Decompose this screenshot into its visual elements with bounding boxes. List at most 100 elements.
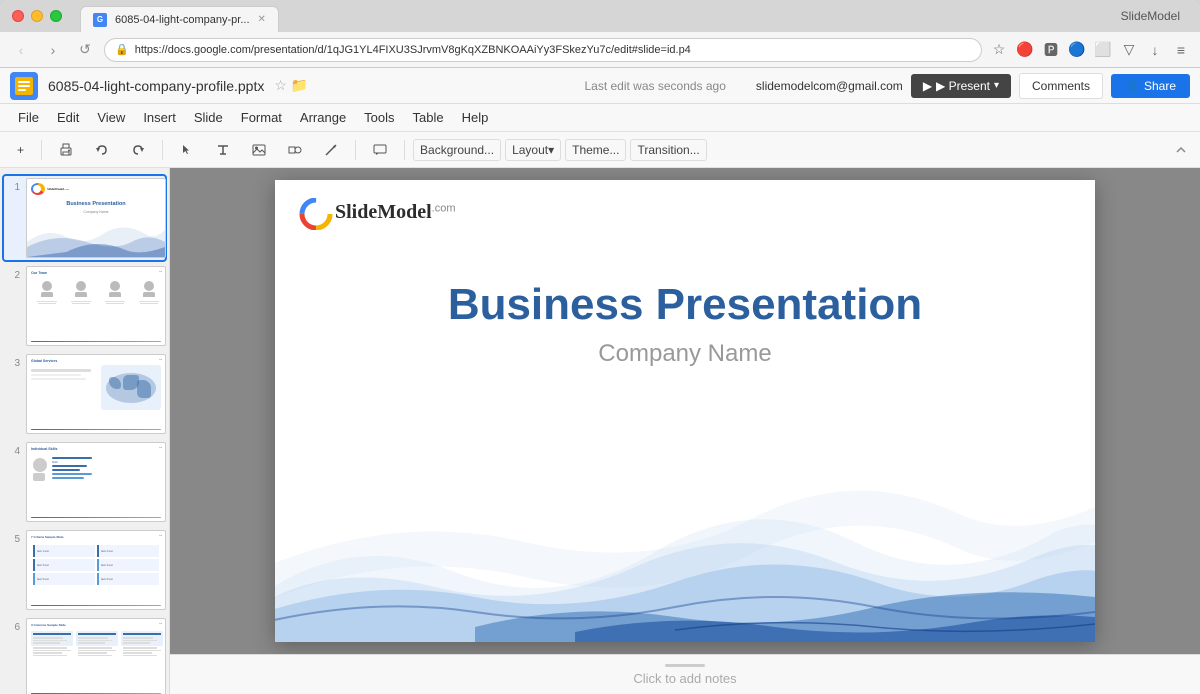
- slide-item-2[interactable]: 2 Our Team ●●: [4, 264, 165, 348]
- notes-area[interactable]: Click to add notes: [170, 654, 1200, 694]
- extension-icon6[interactable]: ↓: [1144, 39, 1166, 61]
- top-right-actions: slidemodelcom@gmail.com ▶ ▶ Present ▾ Co…: [756, 73, 1190, 99]
- line-tool[interactable]: [315, 137, 347, 163]
- slide-thumb-3: Global Services ●●: [26, 354, 166, 434]
- undo-icon: [95, 143, 109, 157]
- address-bar[interactable]: 🔒 https://docs.google.com/presentation/d…: [104, 38, 982, 62]
- extension-icon2[interactable]: 🅿: [1040, 39, 1062, 61]
- undo-button[interactable]: [86, 137, 118, 163]
- extension-icon1[interactable]: 🔴: [1014, 39, 1036, 61]
- folder-icon[interactable]: 📁: [291, 77, 308, 94]
- text-tool[interactable]: [207, 137, 239, 163]
- slide-number-4: 4: [6, 446, 20, 522]
- url-text: https://docs.google.com/presentation/d/1…: [135, 44, 691, 56]
- notes-placeholder[interactable]: Click to add notes: [633, 671, 736, 686]
- file-title: 6085-04-light-company-profile.pptx: [48, 78, 264, 94]
- app-logo: [10, 72, 38, 100]
- image-tool[interactable]: [243, 137, 275, 163]
- menu-file[interactable]: File: [10, 107, 47, 128]
- chevron-up-icon: [1175, 144, 1187, 156]
- toolbar-collapse-button[interactable]: [1170, 139, 1192, 161]
- slide-item-5[interactable]: 5 7 Criteria Sample Slide ●● Item 1 text…: [4, 528, 165, 612]
- zoom-add-button[interactable]: +: [8, 137, 33, 163]
- bookmark-icon[interactable]: ☆: [988, 39, 1010, 61]
- slide-subtitle: Company Name: [275, 340, 1095, 368]
- menu-help[interactable]: Help: [454, 107, 497, 128]
- menu-edit[interactable]: Edit: [49, 107, 87, 128]
- star-icon[interactable]: ☆: [274, 77, 287, 94]
- slidemodel-logo-text: SlideModel.com: [335, 201, 456, 224]
- layout-button[interactable]: Layout▾: [505, 139, 561, 161]
- menu-insert[interactable]: Insert: [135, 107, 184, 128]
- browser-tab[interactable]: G 6085-04-light-company-pr... ✕: [80, 6, 279, 32]
- print-icon: [59, 143, 73, 157]
- google-slides-icon: [15, 77, 33, 95]
- print-button[interactable]: [50, 137, 82, 163]
- refresh-button[interactable]: ↺: [72, 37, 98, 63]
- extension-icon3[interactable]: 🔵: [1066, 39, 1088, 61]
- close-button[interactable]: [12, 10, 24, 22]
- slide-item-4[interactable]: 4 Individual Skills ●● Skills: [4, 440, 165, 524]
- comments-button[interactable]: Comments: [1019, 73, 1103, 99]
- slide-item-3[interactable]: 3 Global Services ●●: [4, 352, 165, 436]
- ssl-lock-icon: 🔒: [115, 43, 129, 56]
- slide-number-6: 6: [6, 622, 20, 694]
- present-dropdown-icon[interactable]: ▾: [994, 80, 999, 91]
- select-tool[interactable]: [171, 137, 203, 163]
- comment-box-icon: [373, 143, 387, 157]
- shape-tool[interactable]: [279, 137, 311, 163]
- menu-format[interactable]: Format: [233, 107, 290, 128]
- tab-close-button[interactable]: ✕: [258, 14, 266, 25]
- present-button[interactable]: ▶ ▶ Present ▾: [911, 74, 1011, 98]
- slide-item-6[interactable]: 6 3 Columns Sample Slide ●●: [4, 616, 165, 694]
- menu-arrange[interactable]: Arrange: [292, 107, 354, 128]
- redo-button[interactable]: [122, 137, 154, 163]
- slide-thumb-5: 7 Criteria Sample Slide ●● Item 1 text I…: [26, 530, 166, 610]
- tab-bar: G 6085-04-light-company-pr... ✕: [80, 6, 279, 32]
- slidemodel-logo-icon: [299, 198, 329, 226]
- text-icon: [216, 143, 230, 157]
- theme-button[interactable]: Theme...: [565, 139, 626, 161]
- back-button[interactable]: ‹: [8, 37, 34, 63]
- title-bar: G 6085-04-light-company-pr... ✕ SlideMod…: [0, 0, 1200, 32]
- slide-number-5: 5: [6, 534, 20, 610]
- menu-slide[interactable]: Slide: [186, 107, 231, 128]
- shape-icon: [288, 143, 302, 157]
- editor-area: SlideModel.com Business Presentation Com…: [170, 168, 1200, 694]
- slide-canvas-area[interactable]: SlideModel.com Business Presentation Com…: [170, 168, 1200, 654]
- notes-drag-handle[interactable]: [665, 664, 705, 667]
- main-content: 1 SlideModel.com Business Presentation C…: [0, 168, 1200, 694]
- title-icons: ☆ 📁: [274, 77, 308, 94]
- extension-icon7[interactable]: ≡: [1170, 39, 1192, 61]
- slide-wave-decoration: [275, 412, 1095, 642]
- nav-bar: ‹ › ↺ 🔒 https://docs.google.com/presenta…: [0, 32, 1200, 68]
- comment-box-tool[interactable]: [364, 137, 396, 163]
- slide-thumb-6: 3 Columns Sample Slide ●●: [26, 618, 166, 694]
- tab-title: 6085-04-light-company-pr...: [115, 14, 250, 26]
- maximize-button[interactable]: [50, 10, 62, 22]
- forward-button[interactable]: ›: [40, 37, 66, 63]
- user-email[interactable]: slidemodelcom@gmail.com: [756, 79, 903, 93]
- menu-table[interactable]: Table: [405, 107, 452, 128]
- background-button[interactable]: Background...: [413, 139, 501, 161]
- present-play-icon: ▶: [923, 79, 932, 93]
- browser-window: G 6085-04-light-company-pr... ✕ SlideMod…: [0, 0, 1200, 694]
- menu-view[interactable]: View: [89, 107, 133, 128]
- minimize-button[interactable]: [31, 10, 43, 22]
- slide-thumb-4: Individual Skills ●● Skills: [26, 442, 166, 522]
- menu-tools[interactable]: Tools: [356, 107, 402, 128]
- slide-logo: SlideModel.com: [299, 198, 456, 226]
- tab-favicon: G: [93, 13, 107, 27]
- transition-button[interactable]: Transition...: [630, 139, 706, 161]
- extension-icon4[interactable]: ⬜: [1092, 39, 1114, 61]
- extension-icon5[interactable]: ▽: [1118, 39, 1140, 61]
- menu-bar: File Edit View Insert Slide Format Arran…: [0, 104, 1200, 132]
- slide-number-1: 1: [6, 182, 20, 258]
- slide-item-1[interactable]: 1 SlideModel.com Business Presentation C…: [4, 176, 165, 260]
- slide-number-2: 2: [6, 270, 20, 346]
- share-button[interactable]: 👤 Share: [1111, 74, 1190, 98]
- cursor-icon: [180, 143, 194, 157]
- nav-right-icons: ☆ 🔴 🅿 🔵 ⬜ ▽ ↓ ≡: [988, 39, 1192, 61]
- slide-canvas: SlideModel.com Business Presentation Com…: [275, 180, 1095, 642]
- redo-icon: [131, 143, 145, 157]
